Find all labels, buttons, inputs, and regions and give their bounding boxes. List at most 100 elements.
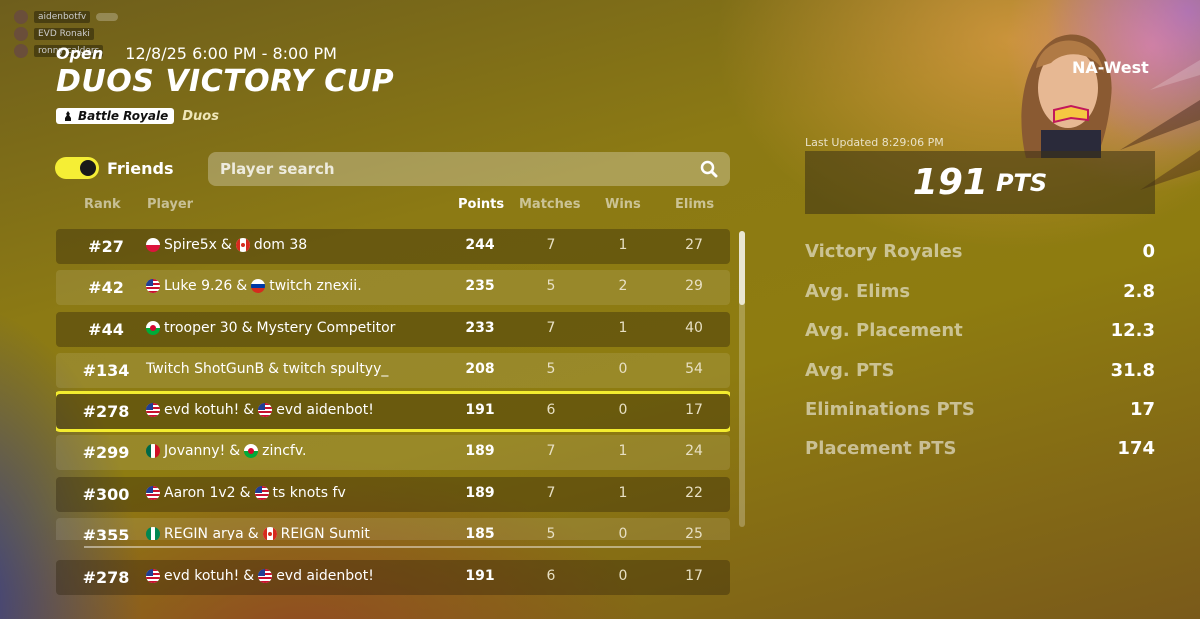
mode-sub: Duos: [182, 108, 219, 124]
player-two-name: Mystery Competitor: [256, 319, 396, 336]
row-players: Luke 9.26 & twitch znexii.: [146, 278, 362, 294]
last-updated: Last Updated 8:29:06 PM: [805, 136, 944, 149]
usa-flag-icon: [254, 485, 269, 500]
player-two-name: evd aidenbot!: [276, 402, 374, 419]
row-players: evd kotuh! & evd aidenbot!: [146, 568, 374, 584]
mode-badge-label: Battle Royale: [78, 109, 169, 123]
row-matches: 5: [546, 360, 556, 377]
row-rank: #355: [82, 526, 130, 540]
table-row[interactable]: #27 Spire5x & dom 38 244 7 1 27: [56, 229, 730, 264]
row-matches: 7: [546, 443, 556, 460]
stat-value: 12.3: [1110, 320, 1155, 341]
ampersand: &: [243, 568, 255, 584]
row-matches: 7: [546, 237, 556, 253]
column-header-elims[interactable]: Elims: [675, 197, 714, 212]
column-header-points[interactable]: Points: [458, 197, 504, 212]
usa-flag-icon: [258, 569, 273, 583]
table-row[interactable]: #300 Aaron 1v2 & ts knots fv 189 7 1 22: [56, 476, 730, 512]
column-header-wins[interactable]: Wins: [605, 197, 641, 212]
row-points: 189: [465, 443, 495, 460]
row-points: 235: [465, 278, 495, 295]
player-one-name: REGIN arya: [164, 526, 244, 540]
battle-royale-icon: [65, 111, 71, 121]
stat-row: Eliminations PTS 17: [805, 399, 1155, 420]
stat-label: Avg. Placement: [805, 320, 963, 341]
row-matches: 6: [546, 402, 556, 419]
total-points-box: 191 PTS: [805, 151, 1155, 214]
row-points: 233: [465, 319, 495, 336]
table-row[interactable]: #42 Luke 9.26 & twitch znexii. 235 5 2 29: [56, 270, 730, 306]
usa-flag-icon: [146, 485, 160, 500]
table-row[interactable]: #299 Jovanny! & zincfv. 189 7 1 24: [56, 435, 730, 471]
overlay-user: EVD Ronaki: [14, 25, 118, 42]
row-rank: #278: [82, 568, 130, 587]
poland-flag-icon: [146, 238, 160, 252]
table-row-current-player[interactable]: #278 evd kotuh! & evd aidenbot! 191 6 0 17: [56, 391, 730, 433]
ampersand: &: [247, 526, 259, 540]
stat-label: Placement PTS: [805, 438, 957, 459]
pinned-player-row[interactable]: #278 evd kotuh! & evd aidenbot! 191 6 0 17: [56, 560, 730, 595]
ampersand: &: [220, 237, 232, 253]
avatar: [14, 9, 28, 24]
row-elims: 54: [685, 360, 703, 377]
row-wins: 0: [618, 526, 628, 540]
usa-flag-icon: [146, 569, 160, 583]
stat-label: Eliminations PTS: [805, 399, 975, 420]
usa-flag-icon: [146, 279, 160, 294]
overlay-username: EVD Ronaki: [34, 27, 94, 40]
player-one-name: evd kotuh!: [164, 402, 240, 419]
overlay-status-pill: [96, 12, 119, 21]
table-row[interactable]: #44 trooper 30 & Mystery Competitor 233 7 1 40: [56, 311, 730, 347]
scrollbar[interactable]: [739, 231, 745, 527]
column-header-matches[interactable]: Matches: [519, 197, 580, 212]
table-row[interactable]: #134 Twitch ShotGunB & twitch spultyy_ 208 5 0…: [56, 352, 730, 388]
row-matches: 6: [546, 568, 556, 584]
wales-flag-icon: [146, 320, 160, 335]
row-players: Spire5x & dom 38: [146, 237, 307, 253]
search-icon[interactable]: [700, 160, 718, 178]
stat-row: Victory Royales 0: [805, 241, 1155, 262]
stat-label: Victory Royales: [805, 241, 963, 262]
stat-value: 2.8: [1123, 281, 1155, 302]
row-wins: 0: [618, 360, 628, 377]
player-search[interactable]: [208, 152, 730, 186]
total-points-unit: PTS: [995, 168, 1048, 197]
player-two-name: REIGN Sumit: [280, 526, 370, 540]
leaderboard-list[interactable]: #27 Spire5x & dom 38 244 7 1 27 #42 Luke 9.26 & twi…: [56, 229, 730, 540]
player-two-name: twitch znexii.: [269, 278, 362, 295]
ampersand: &: [268, 360, 280, 377]
row-elims: 22: [685, 484, 703, 501]
row-players: Jovanny! & zincfv.: [146, 443, 307, 459]
stat-row: Placement PTS 174: [805, 438, 1155, 459]
row-matches: 7: [546, 319, 556, 336]
event-header: Open 12/8/25 6:00 PM - 8:00 PM: [56, 44, 337, 63]
stat-label: Avg. Elims: [805, 281, 911, 302]
mode-row: Battle Royale Duos: [56, 108, 219, 124]
avatar: [14, 26, 28, 41]
row-elims: 29: [685, 278, 703, 295]
stat-value: 0: [1142, 241, 1155, 262]
row-players: evd kotuh! & evd aidenbot!: [146, 402, 374, 418]
row-elims: 40: [685, 319, 703, 336]
player-one-name: Twitch ShotGunB: [146, 360, 265, 377]
table-row[interactable]: #355 REGIN arya & REIGN Sumit 185 5 0 25: [56, 518, 730, 540]
row-matches: 5: [546, 526, 556, 540]
overlay-user: aidenbotfv: [14, 8, 119, 25]
row-points: 185: [465, 526, 495, 540]
player-one-name: Luke 9.26: [164, 278, 233, 295]
search-input[interactable]: [220, 160, 660, 178]
event-status: Open: [56, 44, 104, 63]
ampersand: &: [239, 484, 251, 501]
mode-badge: Battle Royale: [56, 108, 175, 124]
row-wins: 1: [618, 319, 628, 336]
ampersand: &: [243, 402, 255, 419]
row-rank: #42: [88, 278, 124, 298]
friends-toggle[interactable]: [55, 157, 99, 179]
player-one-name: trooper 30: [164, 319, 238, 336]
scrollbar-thumb[interactable]: [739, 231, 745, 305]
row-matches: 7: [546, 484, 556, 501]
canada-flag-icon: [235, 238, 250, 252]
row-players: Aaron 1v2 & ts knots fv: [146, 485, 346, 501]
player-two-name: dom 38: [253, 237, 308, 253]
stat-value: 17: [1129, 399, 1155, 420]
